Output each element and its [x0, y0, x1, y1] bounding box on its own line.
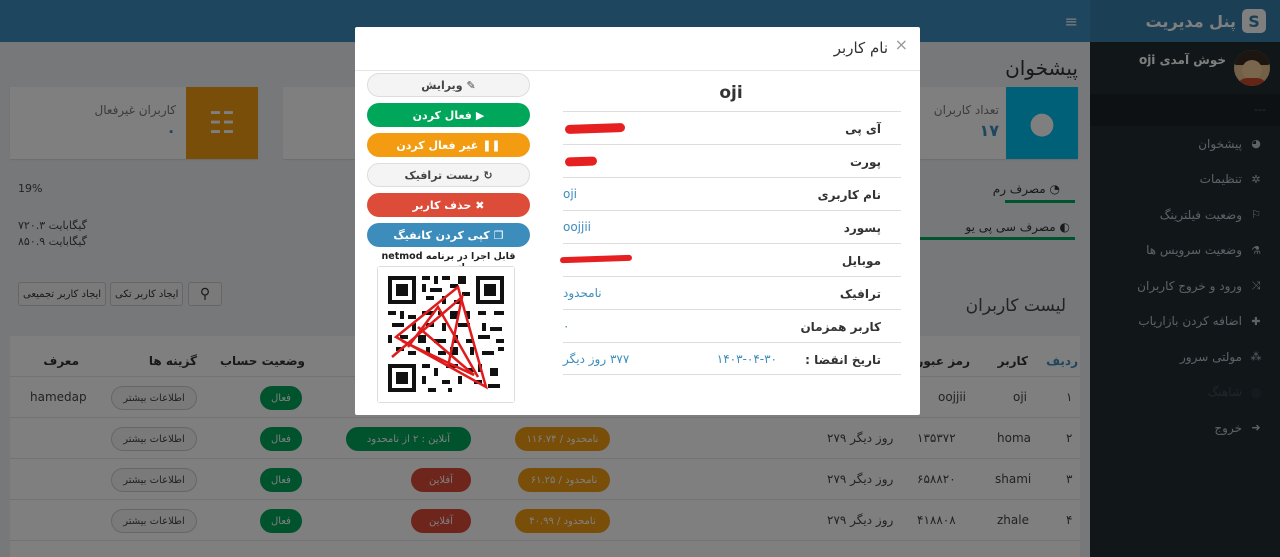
- modal-header: × نام کاربر: [355, 27, 920, 71]
- deactivate-button[interactable]: ❚❚ غیر فعال کردن: [367, 133, 530, 157]
- row-ip: آی پی: [563, 111, 901, 144]
- traffic-value: نامحدود: [563, 286, 602, 300]
- activate-button[interactable]: ▶ فعال کردن: [367, 103, 530, 127]
- copy-config-button[interactable]: ❐ کپی کردن کانفیگ: [367, 223, 530, 247]
- row-concurrent: کاربر همزمان ۰: [563, 309, 901, 342]
- redacted-port: [564, 156, 598, 167]
- traffic-label: ترافیک: [839, 287, 881, 301]
- row-username: نام کاربری oji: [563, 177, 901, 210]
- row-port: پورت: [563, 144, 901, 177]
- row-password: پسورد oojjii: [563, 210, 901, 243]
- redacted-mobile: [559, 254, 633, 264]
- play-icon: ▶: [475, 108, 485, 122]
- concurrent-value: ۰: [563, 319, 570, 333]
- close-icon[interactable]: ×: [895, 35, 908, 54]
- modal-username: oji: [719, 83, 743, 103]
- refresh-icon: ↻: [483, 168, 493, 182]
- expiry-date: ۱۴۰۳-۰۴-۳۰: [716, 352, 777, 366]
- copy-icon: ❐: [493, 228, 504, 242]
- expiry-label: تاریخ انقضا :: [805, 353, 881, 367]
- port-label: پورت: [850, 155, 881, 169]
- password-label: پسورد: [843, 221, 881, 235]
- row-mobile: موبایل: [559, 243, 901, 276]
- delete-user-button[interactable]: ✖ حذف کاربر: [367, 193, 530, 217]
- row-expiry: تاریخ انقضا : ۱۴۰۳-۰۴-۳۰ ۳۷۷ روز دیگر: [563, 342, 901, 375]
- row-traffic: ترافیک نامحدود: [563, 276, 901, 309]
- ip-label: آی پی: [845, 122, 881, 136]
- expiry-days: ۳۷۷ روز دیگر: [563, 352, 630, 366]
- user-details-modal: × نام کاربر oji آی پی پورت نام کاربری oj…: [355, 27, 920, 415]
- mobile-label: موبایل: [841, 254, 881, 268]
- username-value: oji: [563, 187, 578, 201]
- pause-icon: ❚❚: [482, 138, 501, 152]
- password-value: oojjii: [563, 220, 592, 234]
- user-remove-icon: ✖: [475, 198, 485, 212]
- edit-icon: ✎: [466, 78, 476, 92]
- concurrent-label: کاربر همزمان: [800, 320, 881, 334]
- username-label: نام کاربری: [817, 188, 881, 202]
- qr-code: [377, 266, 515, 403]
- qr-code-image: [378, 267, 514, 402]
- modal-title: نام کاربر: [833, 39, 888, 57]
- redacted-ip: [564, 122, 626, 135]
- edit-button[interactable]: ✎ ویرایش: [367, 73, 530, 97]
- reset-traffic-button[interactable]: ↻ ریست ترافیک: [367, 163, 530, 187]
